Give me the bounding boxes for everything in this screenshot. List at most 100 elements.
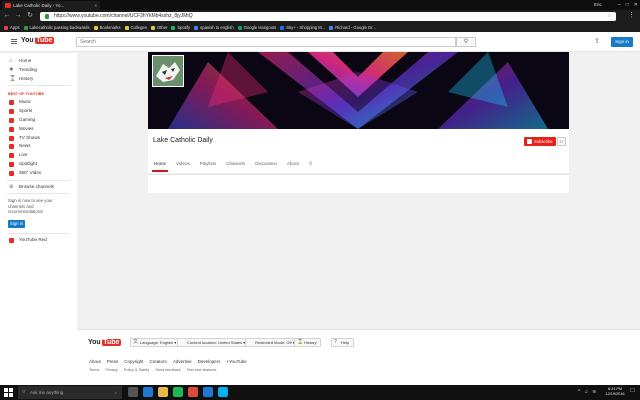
- bookmark-lakecatholic-passing-backwards[interactable]: Lakecatholic passing backwards: [23, 24, 90, 32]
- tab-close-icon[interactable]: ×: [94, 1, 97, 10]
- upload-icon[interactable]: ⇪: [594, 37, 600, 47]
- footer-link-privacy[interactable]: Privacy: [105, 368, 117, 372]
- network-icon[interactable]: ≋: [592, 387, 596, 397]
- sidebar-item-youtube-red[interactable]: YouTube Red: [0, 236, 77, 245]
- bookmark-other[interactable]: Other: [150, 24, 167, 32]
- bookmark-richard-google-dr[interactable]: Richard - Google Dr...: [329, 24, 376, 32]
- history-button[interactable]: ⌛ History: [294, 338, 322, 347]
- bookmark-label: Lakecatholic passing backwards: [29, 25, 90, 30]
- tab-about[interactable]: About: [287, 156, 299, 172]
- footer-link-about[interactable]: About: [89, 359, 101, 364]
- sidebar-item-live[interactable]: Live: [0, 151, 77, 160]
- minimize-icon[interactable]: –: [618, 0, 621, 10]
- subscribe-button[interactable]: Subscribe: [524, 137, 556, 146]
- youtube-logo[interactable]: You Tube: [21, 37, 54, 44]
- sidebar-item-music[interactable]: Music: [0, 98, 77, 107]
- bookmark-icon: [124, 25, 129, 30]
- sidebar-item-tv-shows[interactable]: TV Shows: [0, 134, 77, 143]
- tab-channels[interactable]: Channels: [226, 156, 245, 172]
- history-icon: ⌛: [9, 75, 16, 82]
- microphone-icon[interactable]: ♪: [115, 386, 117, 399]
- edge-icon[interactable]: [143, 387, 153, 397]
- restricted-mode-button[interactable]: Restricted Mode: Off ▾: [245, 338, 300, 347]
- sidebar-item-home[interactable]: ⌂ Home: [0, 57, 77, 66]
- help-button[interactable]: ? Help: [331, 338, 355, 347]
- footer-link-advertise[interactable]: Advertise: [173, 359, 192, 364]
- footer-link-send-feedback[interactable]: Send feedback: [155, 368, 180, 372]
- sidebar-item-label: History: [19, 75, 34, 81]
- tray-expand-icon[interactable]: ^: [578, 387, 580, 397]
- lock-icon: [45, 14, 49, 19]
- sidebar-item-browse-channels[interactable]: ⊕ Browse channels: [0, 183, 77, 192]
- volume-icon[interactable]: ♫: [584, 387, 588, 397]
- channel-info-bar: Lake Catholic Daily Subscribe 17 Home Vid…: [148, 129, 569, 173]
- bookmark-google-hangouts[interactable]: Google Hangouts: [237, 24, 276, 32]
- action-center-icon[interactable]: ☐: [630, 388, 635, 394]
- content-location-button[interactable]: Content location: United States ▾: [177, 338, 251, 347]
- gaming-icon: [9, 117, 14, 123]
- sidebar-item-360-video[interactable]: 360° Video: [0, 169, 77, 178]
- footer-link-policy-safety[interactable]: Policy & Safety: [124, 368, 150, 372]
- footer-link-creators[interactable]: Creators: [150, 359, 167, 364]
- banner-art: [148, 52, 569, 129]
- bookmark-star-icon[interactable]: ☆: [608, 12, 612, 21]
- close-window-icon[interactable]: ✕: [634, 0, 638, 10]
- sidebar-sign-in-button[interactable]: Sign in: [8, 219, 25, 228]
- sidebar-best-section: Music Sports Gaming Movies TV Shows News Live S…: [0, 98, 77, 177]
- browser-menu-icon[interactable]: ⋮: [628, 12, 635, 20]
- sign-in-button[interactable]: Sign in: [611, 37, 633, 47]
- windows-start-icon[interactable]: [4, 388, 13, 397]
- skype-icon[interactable]: [218, 387, 228, 397]
- store-icon[interactable]: [203, 387, 213, 397]
- browser-tab[interactable]: Lake Catholic Daily - Yo... ×: [2, 1, 100, 10]
- footer-link-copyright[interactable]: Copyright: [124, 359, 143, 364]
- bookmark-icon: [280, 25, 285, 30]
- bookmark-colleges[interactable]: Colleges: [124, 24, 147, 32]
- bookmark-spanish-to-english[interactable]: spanish to english: [194, 24, 234, 32]
- footer-link-press[interactable]: Press: [107, 359, 119, 364]
- bookmark-spotify[interactable]: Spotify: [171, 24, 190, 32]
- maximize-icon[interactable]: □: [626, 0, 629, 10]
- channel-search-icon[interactable]: ⚲: [309, 156, 313, 172]
- sidebar-item-gaming[interactable]: Gaming: [0, 116, 77, 125]
- sidebar-item-label: Browse channels: [19, 183, 54, 189]
- bookmark-bookmarks[interactable]: Bookmarks: [93, 24, 121, 32]
- profile-badge[interactable]: Eric: [594, 1, 602, 9]
- sidebar-item-trending[interactable]: ✹ Trending: [0, 66, 77, 75]
- spotify-icon[interactable]: [173, 387, 183, 397]
- taskbar-clock[interactable]: 8:24 PM 12/19/2016: [604, 387, 626, 397]
- footer-link-terms[interactable]: Terms: [89, 368, 99, 372]
- help-label: Help: [341, 340, 350, 345]
- cortana-search-box[interactable]: ○ Ask me anything ♪: [18, 386, 122, 399]
- chrome-icon[interactable]: [188, 387, 198, 397]
- sidebar-item-news[interactable]: News: [0, 142, 77, 151]
- tab-videos[interactable]: Videos: [176, 156, 190, 172]
- bookmark-sky-shopping-m[interactable]: Sky+ - Shopping M...: [280, 24, 325, 32]
- bookmark-apps[interactable]: Apps: [4, 24, 20, 32]
- search-button[interactable]: ⚲: [456, 37, 476, 47]
- language-button[interactable]: 文 Language: English ▾: [130, 338, 182, 347]
- bookmark-label: Apps: [10, 25, 20, 30]
- tab-discussion[interactable]: Discussion: [255, 156, 277, 172]
- sidebar-item-history[interactable]: ⌛ History: [0, 75, 77, 84]
- back-icon[interactable]: ←: [3, 12, 11, 20]
- sidebar-item-spotlight[interactable]: Spotlight: [0, 160, 77, 169]
- bookmark-icon: [150, 25, 155, 30]
- reload-icon[interactable]: ↻: [26, 12, 34, 20]
- tv-shows-icon: [9, 135, 14, 141]
- footer-link-developers[interactable]: Developers: [198, 359, 221, 364]
- footer-youtube-logo[interactable]: You Tube: [88, 339, 121, 346]
- footer-link-test-new-features[interactable]: Test new features: [187, 368, 217, 372]
- channel-avatar[interactable]: [152, 55, 184, 87]
- forward-icon[interactable]: →: [14, 12, 22, 20]
- footer-link-youtube[interactable]: +YouTube: [226, 359, 246, 364]
- file-explorer-icon[interactable]: [158, 387, 168, 397]
- address-bar[interactable]: https://www.youtube.com/channel/UCF3hYkM…: [40, 12, 616, 21]
- tab-playlists[interactable]: Playlists: [200, 156, 217, 172]
- task-view-icon[interactable]: [128, 387, 138, 397]
- sidebar-item-sports[interactable]: Sports: [0, 107, 77, 116]
- sidebar-item-movies[interactable]: Movies: [0, 125, 77, 134]
- tab-home[interactable]: Home: [151, 156, 169, 172]
- guide-menu-icon[interactable]: [11, 39, 17, 44]
- search-input[interactable]: [76, 37, 456, 47]
